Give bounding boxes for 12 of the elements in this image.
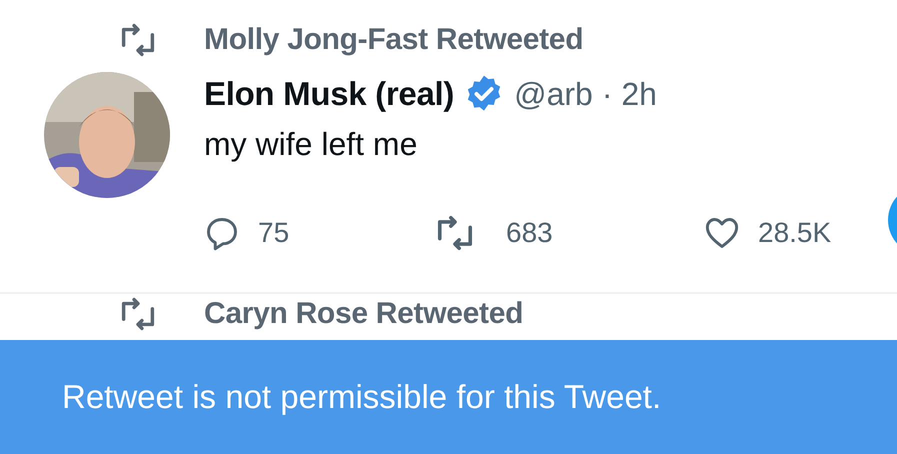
user-handle[interactable]: @arb <box>514 76 593 112</box>
author-name[interactable]: Elon Musk (real) <box>204 75 454 113</box>
stat-count: 75 <box>258 217 290 249</box>
stat-count: 28.5K <box>758 217 832 249</box>
heart-icon[interactable] <box>704 215 740 251</box>
retweeted-by-label: Molly Jong-Fast Retweeted <box>204 23 584 57</box>
stat-count: 683 <box>506 217 553 249</box>
retweeted-by-label: Caryn Rose Retweeted <box>204 297 524 331</box>
reply-icon[interactable] <box>204 215 240 251</box>
toast-message: Retweet is not permissible for this Tweet. <box>62 378 662 416</box>
timestamp: · 2h <box>602 76 657 112</box>
tweet-text: my wife left me <box>204 126 418 163</box>
